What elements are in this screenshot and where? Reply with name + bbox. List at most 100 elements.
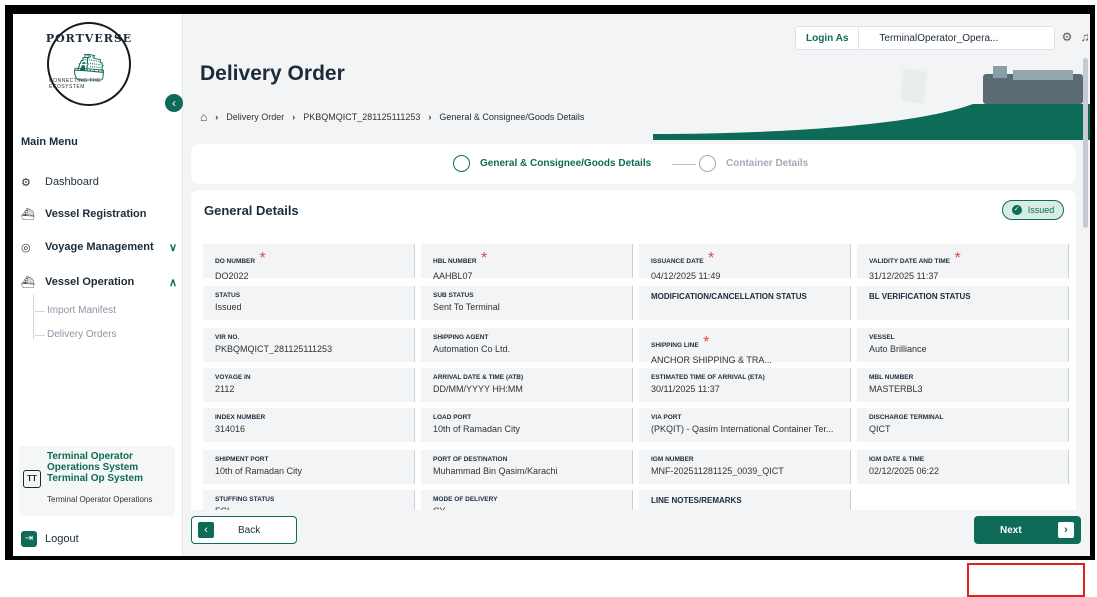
collapse-sidebar-button[interactable]: ‹: [165, 94, 183, 112]
detail-field: HBL NUMBER * AAHBL07: [421, 244, 633, 281]
detail-field-label: LOAD PORT: [433, 414, 472, 421]
user-card[interactable]: TT Terminal Operator Operations System T…: [19, 446, 175, 516]
detail-field: LINE NOTES/REMARKS: [639, 490, 851, 510]
breadcrumb-vir[interactable]: PKBQMQICT_281125111253: [303, 112, 420, 122]
chevron-left-icon: ‹: [198, 522, 214, 538]
detail-field-label: LINE NOTES/REMARKS: [651, 496, 742, 505]
detail-field-label: SHIPPING LINE: [651, 342, 699, 349]
detail-field-label: STATUS: [215, 292, 241, 299]
detail-field: VOYAGE IN 2112: [203, 368, 415, 402]
chevron-right-icon: ›: [292, 112, 296, 122]
required-marker: *: [255, 250, 266, 267]
sidebar-item-delivery-orders[interactable]: Delivery Orders: [47, 329, 116, 340]
breadcrumb: ⌂ › Delivery Order › PKBQMQICT_281125111…: [200, 110, 584, 124]
detail-field-value: Issued: [215, 302, 242, 312]
detail-field: MODIFICATION/CANCELLATION STATUS: [639, 286, 851, 320]
detail-field-label: SUB STATUS: [433, 292, 474, 299]
submenu-tree-line: [33, 295, 34, 339]
detail-field: STUFFING STATUSFCL: [203, 490, 415, 510]
stepper: General & Consignee/Goods Details Contai…: [191, 144, 1076, 184]
detail-field-label: VIA PORT: [651, 414, 682, 421]
logo-tagline: CONNECTING THE ECOSYSTEM: [49, 78, 101, 90]
detail-field-label: DO NUMBER: [215, 258, 256, 265]
detail-field-value: Auto Brilliance: [869, 344, 927, 354]
user-subtitle: Terminal Operator Operations: [47, 495, 153, 504]
detail-field-value: 2112: [215, 384, 235, 394]
submenu-branch: [35, 335, 45, 336]
required-marker: *: [703, 250, 715, 267]
logo-brand: PORTVERSE: [45, 32, 133, 45]
sidebar-item-voyage-management[interactable]: ◎ Voyage Management ∨: [21, 236, 177, 258]
top-bar: Login As TerminalOperator_Opera... ⚙ ♫: [183, 14, 1090, 60]
detail-field: BL VERIFICATION STATUS: [857, 286, 1069, 320]
header-ship-illustration: [653, 66, 1090, 140]
detail-field-value: ANCHOR SHIPPING & TRA...: [651, 355, 772, 365]
chevron-right-icon: ›: [215, 112, 219, 122]
detail-field-label: ISSUANCE DATE: [651, 258, 704, 265]
detail-field-value: DD/MM/YYYY HH:MM: [433, 384, 523, 394]
detail-field-label: MBL NUMBER: [869, 374, 914, 381]
detail-field-label: DISCHARGE TERMINAL: [869, 414, 944, 421]
detail-field-value: 02/12/2025 06:22: [869, 466, 940, 476]
required-marker: *: [950, 250, 961, 267]
breadcrumb-current: General & Consignee/Goods Details: [439, 112, 585, 122]
detail-field-label: MODIFICATION/CANCELLATION STATUS: [651, 292, 807, 301]
detail-field-label: IGM DATE & TIME: [869, 456, 925, 463]
sidebar-item-dashboard[interactable]: ⚙ Dashboard: [21, 171, 177, 193]
bell-icon[interactable]: ♫: [1077, 29, 1090, 45]
detail-field: LOAD PORT 10th of Ramadan City: [421, 408, 633, 442]
avatar: TT: [23, 470, 41, 488]
detail-field-label: STUFFING STATUS: [215, 496, 275, 503]
detail-field-label: INDEX NUMBER: [215, 414, 266, 421]
submenu-branch: [35, 311, 45, 312]
logout-button[interactable]: ⇥ Logout: [21, 531, 79, 547]
detail-field-label: VALIDITY DATE AND TIME: [869, 258, 951, 265]
home-icon[interactable]: ⌂: [200, 110, 207, 124]
detail-field: SHIPPING AGENT Automation Co Ltd.: [421, 328, 633, 362]
detail-field: MBL NUMBER MASTERBL3: [857, 368, 1069, 402]
settings-icon[interactable]: ⚙: [1059, 29, 1075, 45]
step-label: General & Consignee/Goods Details: [480, 158, 652, 169]
detail-field-label: HBL NUMBER: [433, 258, 477, 265]
portverse-logo[interactable]: PORTVERSE ⛴ CONNECTING THE ECOSYSTEM: [45, 22, 133, 106]
detail-field-value: 04/12/2025 11:49: [651, 271, 721, 281]
detail-field-label: SHIPMENT PORT: [215, 456, 269, 463]
detail-field: VIA PORT (PKQIT) - Qasim International Co…: [639, 408, 851, 442]
detail-field-value: Sent To Terminal: [433, 302, 500, 312]
sidebar-item-label: Voyage Management: [45, 241, 154, 253]
login-as-user: TerminalOperator_Opera...: [879, 32, 999, 44]
detail-field-value: (PKQIT) - Qasim International Container …: [651, 424, 834, 434]
ship-icon: ⛴: [21, 208, 35, 221]
next-button[interactable]: Next ›: [974, 516, 1081, 544]
step-circle: [453, 155, 470, 172]
detail-field-label: ESTIMATED TIME OF ARRIVAL (ETA): [651, 374, 765, 381]
chevron-right-icon: ›: [1058, 522, 1074, 538]
step-general-consignee[interactable]: General & Consignee/Goods Details: [453, 155, 651, 172]
page-title: Delivery Order: [200, 62, 345, 85]
main-menu-title: Main Menu: [21, 136, 78, 148]
detail-field: MODE OF DELIVERYCY: [421, 490, 633, 510]
sidebar-item-vessel-operation[interactable]: ⛴ Vessel Operation ∧: [21, 271, 177, 293]
breadcrumb-delivery-order[interactable]: Delivery Order: [226, 112, 284, 122]
chevron-down-icon[interactable]: ∨: [169, 241, 177, 254]
detail-field-label: VIR NO.: [215, 334, 240, 341]
step-container-details[interactable]: Container Details: [699, 155, 808, 172]
login-as-selector[interactable]: Login As TerminalOperator_Opera...: [795, 26, 1055, 50]
back-button[interactable]: ‹ Back: [191, 516, 297, 544]
user-role: Terminal Operator Operations System Term…: [47, 451, 143, 484]
step-connector: [672, 164, 696, 165]
detail-field-value: 314016: [215, 424, 246, 434]
scrollbar[interactable]: [1083, 58, 1088, 228]
detail-field-value: PKBQMQICT_281125111253: [215, 344, 333, 354]
back-label: Back: [238, 524, 261, 536]
detail-field-label: VESSEL: [869, 334, 895, 341]
sidebar-item-import-manifest[interactable]: Import Manifest: [47, 305, 116, 316]
sidebar: PORTVERSE ⛴ CONNECTING THE ECOSYSTEM ‹ M…: [13, 14, 183, 556]
sidebar-item-vessel-registration[interactable]: ⛴ Vessel Registration: [21, 203, 177, 225]
login-as-label: Login As: [796, 27, 860, 49]
chevron-up-icon[interactable]: ∧: [169, 276, 177, 289]
check-icon: ✓: [1011, 205, 1022, 215]
status-badge: ✓ Issued: [1002, 200, 1064, 220]
sidebar-item-label: Vessel Operation: [45, 276, 135, 288]
highlight-annotation: [967, 563, 1085, 597]
